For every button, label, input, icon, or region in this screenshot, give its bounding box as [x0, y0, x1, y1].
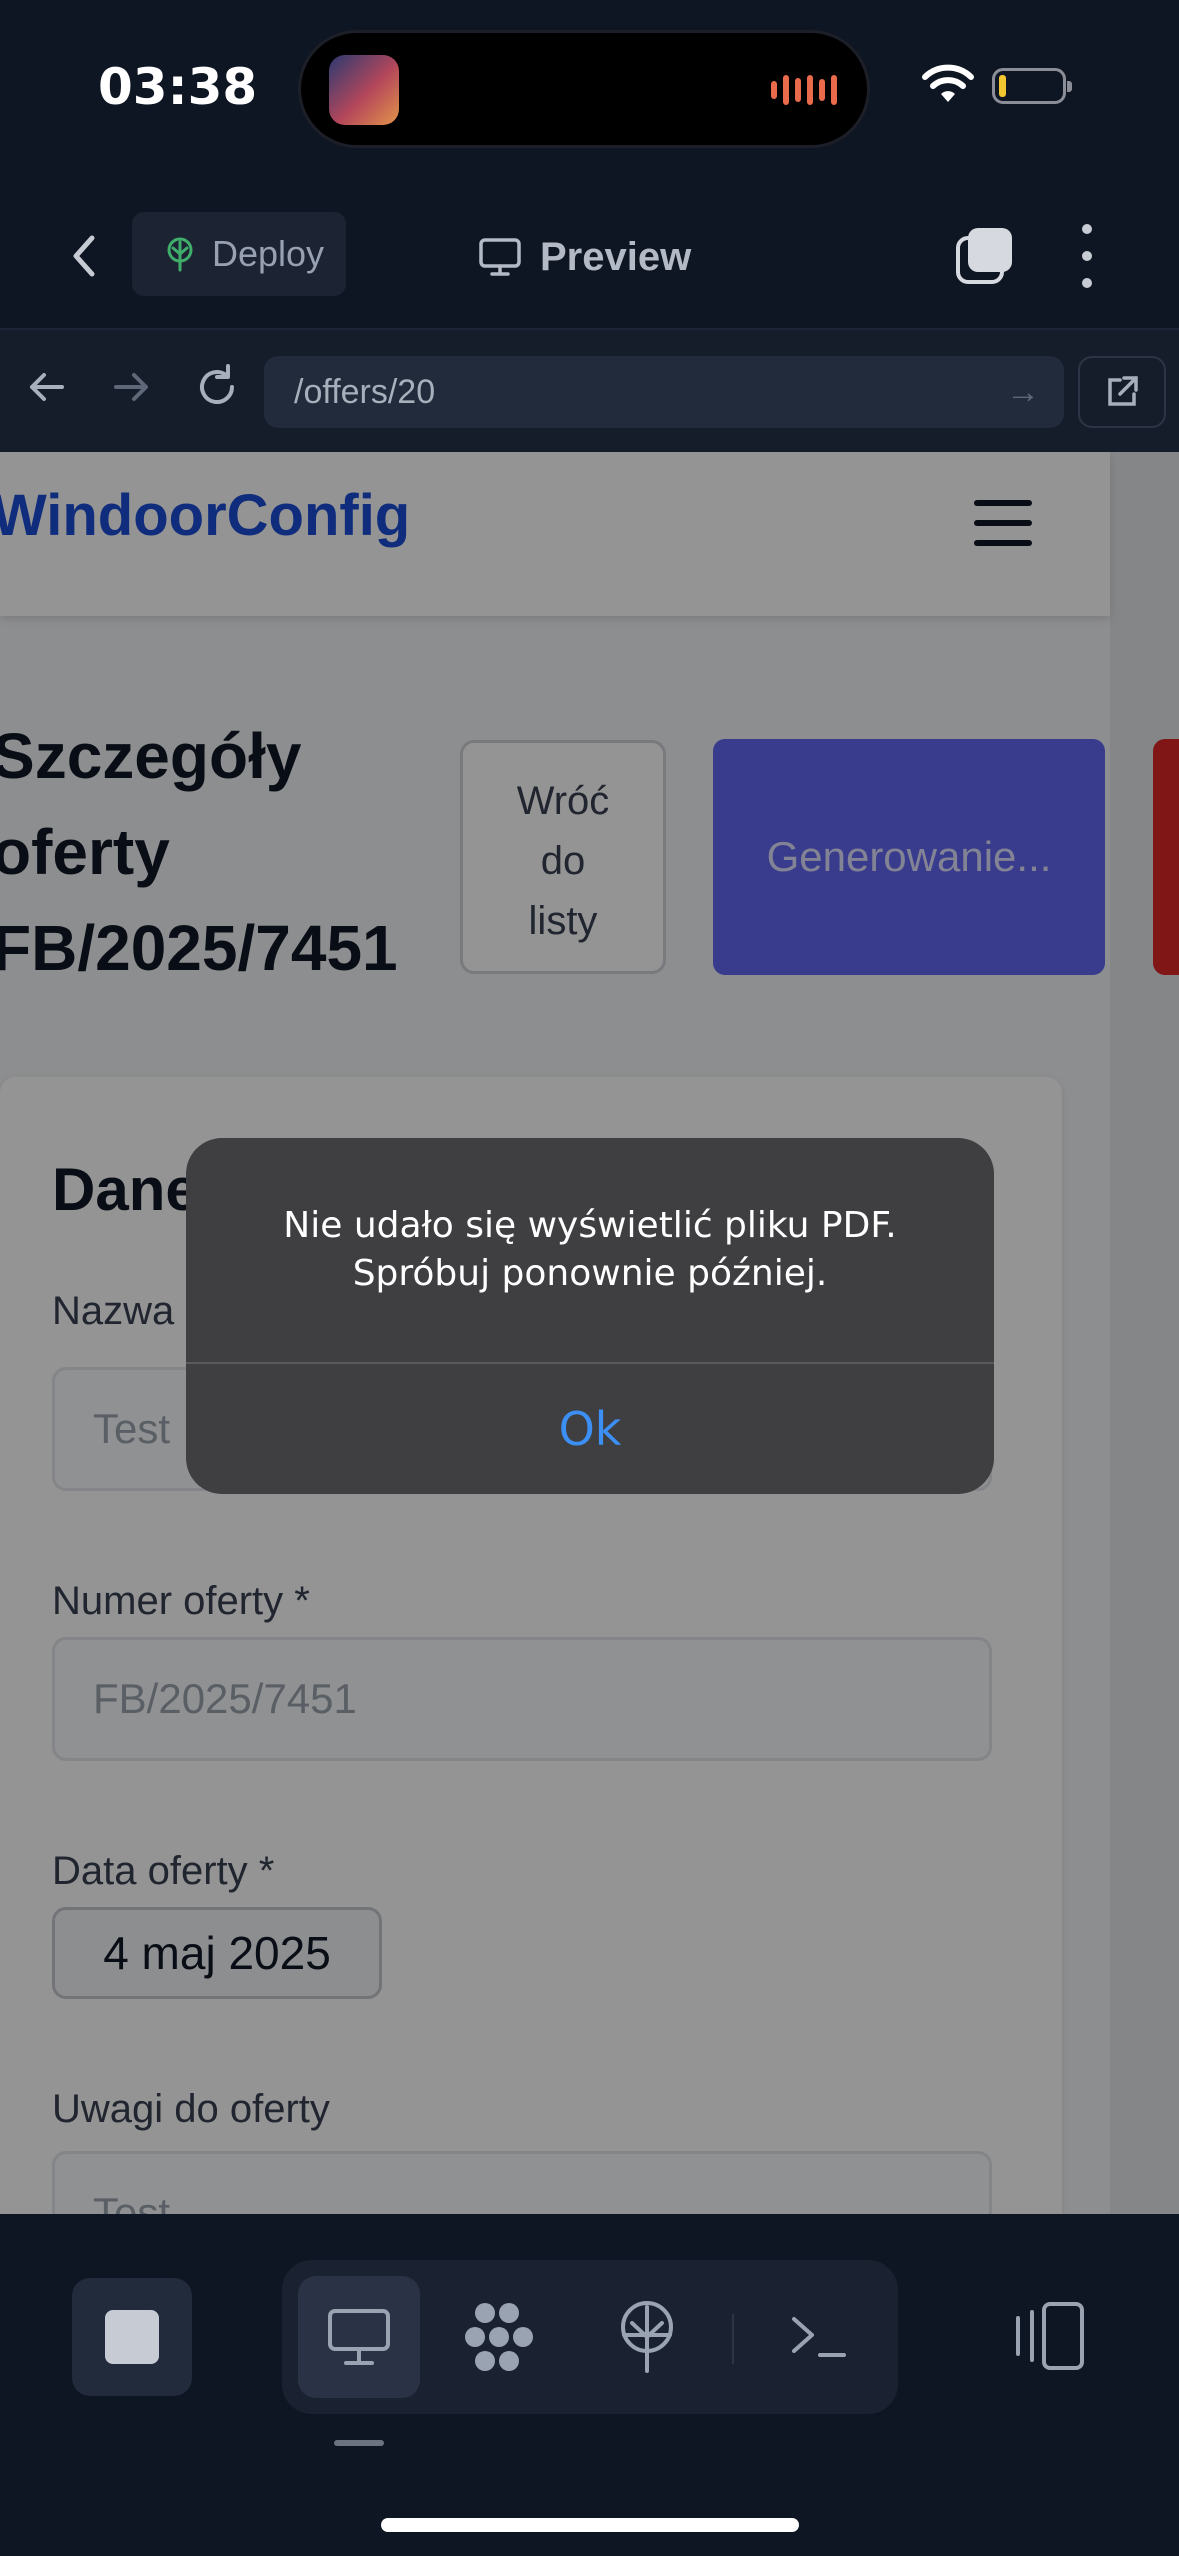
hexagon-cluster-icon	[465, 2303, 533, 2371]
stop-button[interactable]	[72, 2278, 192, 2396]
refresh-icon	[200, 364, 234, 404]
alert-ok-button[interactable]: Ok	[186, 1364, 994, 1494]
active-tab-indicator	[334, 2440, 384, 2446]
toolbar-separator	[732, 2314, 734, 2364]
preview-label: Preview	[540, 234, 692, 279]
browser-bar: /offers/20 →	[0, 330, 1179, 452]
more-options-icon[interactable]	[1072, 224, 1102, 288]
deploy-icon	[167, 237, 193, 272]
error-alert-dialog: Nie udało się wyświetlić pliku PDF. Spró…	[186, 1138, 994, 1494]
back-button[interactable]	[62, 228, 106, 284]
now-playing-app-icon	[329, 55, 399, 125]
preview-tab[interactable]: Preview	[478, 222, 691, 292]
view-switcher	[282, 2260, 898, 2414]
preview-view-button[interactable]	[298, 2276, 420, 2398]
agent-view-button[interactable]	[442, 2276, 564, 2398]
status-bar: 03:38	[0, 0, 1179, 180]
dynamic-island[interactable]	[298, 30, 870, 148]
deploy-view-button[interactable]	[586, 2276, 708, 2398]
alert-message-line: Spróbuj ponownie później.	[352, 1253, 828, 1294]
home-indicator[interactable]	[381, 2518, 799, 2532]
arrow-left-icon	[30, 373, 64, 401]
url-go-icon[interactable]: →	[1006, 356, 1040, 428]
wifi-icon	[922, 64, 974, 102]
url-text: /offers/20	[294, 373, 436, 411]
deploy-tree-icon	[621, 2301, 673, 2373]
reload-icon[interactable]	[188, 358, 246, 416]
open-external-button[interactable]	[1078, 356, 1166, 428]
battery-level	[999, 75, 1006, 97]
status-time: 03:38	[98, 58, 258, 116]
browser-back-icon[interactable]	[18, 358, 76, 416]
arrow-right-icon	[114, 373, 148, 401]
deploy-label: Deploy	[212, 233, 325, 274]
app-header: Deploy Preview	[0, 180, 1179, 330]
deploy-button[interactable]: Deploy	[132, 212, 346, 296]
browser-forward-icon[interactable]	[102, 358, 160, 416]
external-link-icon	[1108, 376, 1138, 406]
url-field[interactable]: /offers/20 →	[264, 356, 1064, 428]
alert-message: Nie udało się wyświetlić pliku PDF. Spró…	[226, 1202, 954, 1298]
bottom-toolbar	[0, 2214, 1179, 2556]
tabs-icon[interactable]	[954, 226, 1014, 286]
monitor-icon	[479, 238, 521, 276]
stop-icon	[105, 2310, 159, 2364]
monitor-icon	[328, 2309, 390, 2365]
alert-message-line: Nie udało się wyświetlić pliku PDF.	[283, 1205, 897, 1246]
chevron-left-icon	[73, 235, 95, 277]
audio-wave-icon	[771, 75, 837, 105]
device-rotate-icon[interactable]	[1008, 2300, 1088, 2372]
terminal-icon	[792, 2317, 846, 2357]
terminal-view-button[interactable]	[758, 2276, 880, 2398]
battery-icon	[992, 68, 1072, 104]
